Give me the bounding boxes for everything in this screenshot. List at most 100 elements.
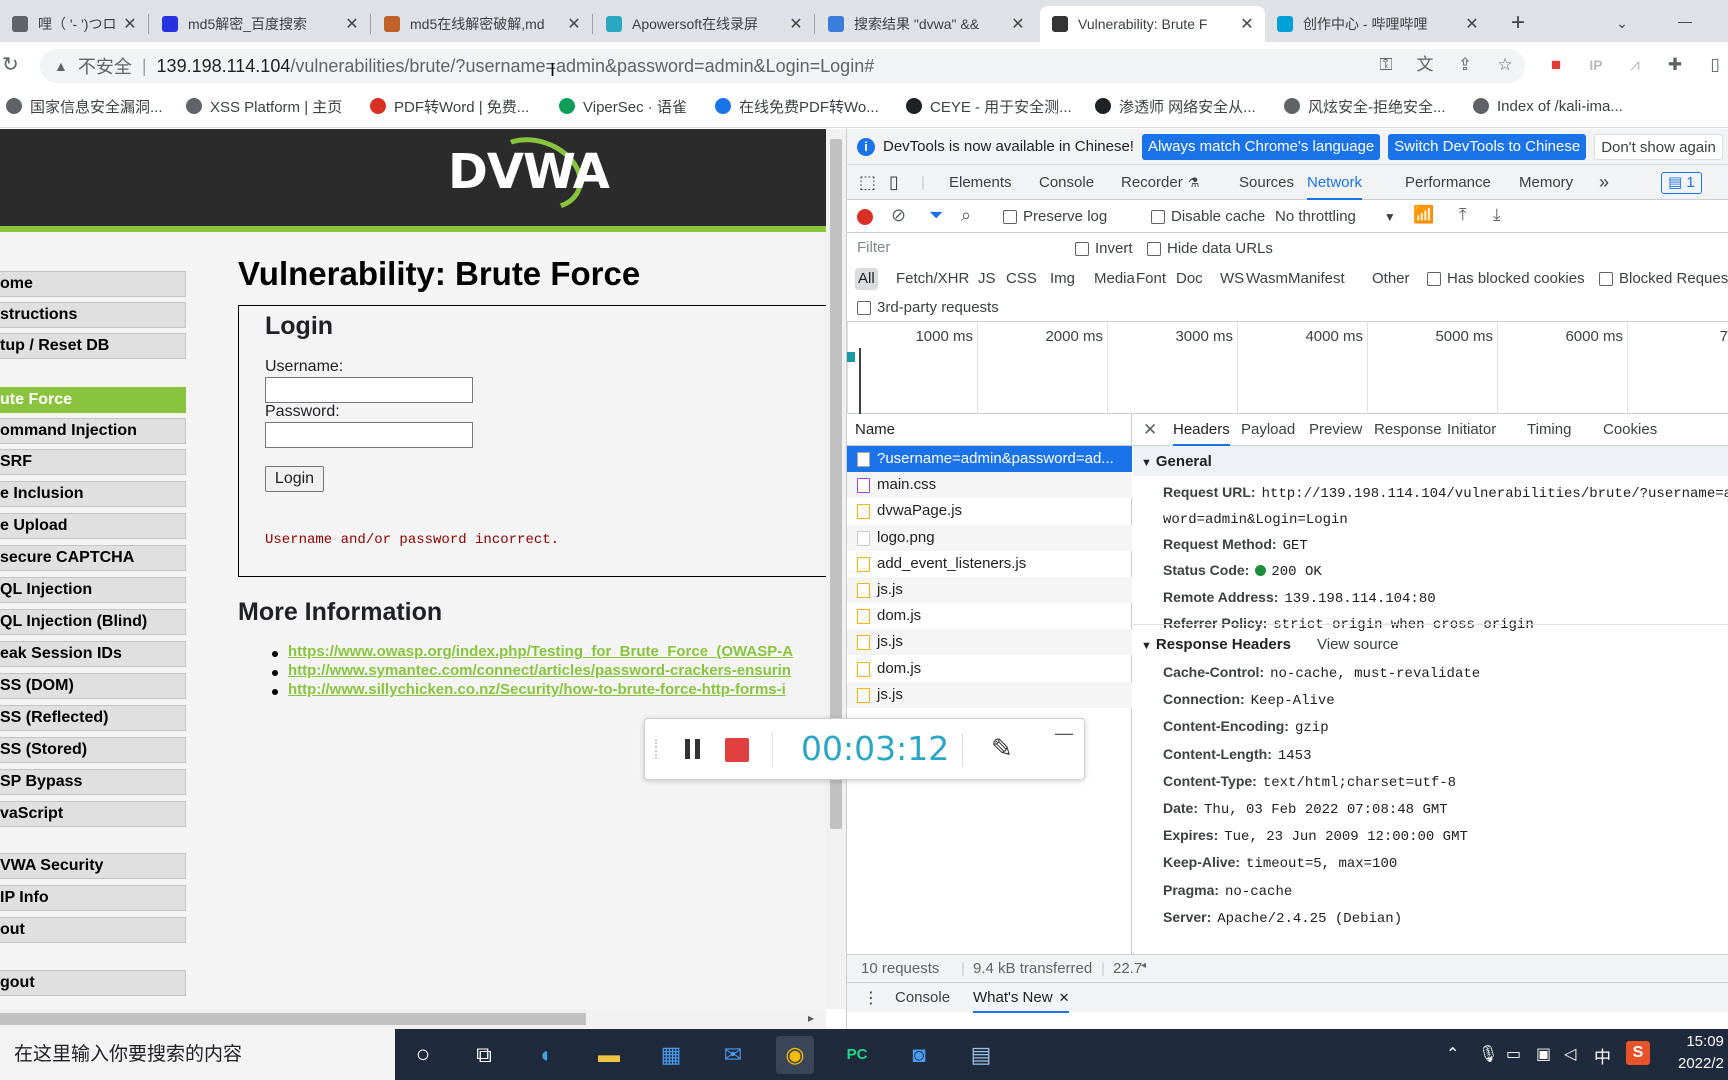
dont-show-again-button[interactable]: Don't show again xyxy=(1594,133,1723,160)
drag-handle-icon[interactable] xyxy=(655,739,659,759)
checkbox[interactable] xyxy=(857,301,871,316)
devtools-tab-console[interactable]: Console xyxy=(1039,165,1094,200)
pycharm-icon[interactable]: PC xyxy=(838,1036,876,1074)
always-match-language-button[interactable]: Always match Chrome's language xyxy=(1141,133,1381,160)
record-icon[interactable] xyxy=(857,209,873,225)
checkbox[interactable] xyxy=(1003,210,1017,225)
sillychicken-link[interactable]: http://www.sillychicken.co.nz/Security/h… xyxy=(288,681,786,698)
bookmark-item[interactable]: CEYE - 用于安全测... xyxy=(906,96,1072,116)
dvwa-menu-item[interactable]: vaScript xyxy=(0,801,186,827)
details-tab-headers[interactable]: Headers xyxy=(1173,414,1230,446)
password-input[interactable] xyxy=(265,422,473,448)
bookmark-item[interactable]: 在线免费PDF转Wo... xyxy=(715,96,879,116)
dvwa-menu-item[interactable]: e Upload xyxy=(0,513,186,539)
extension-red-icon[interactable]: ■ xyxy=(1543,52,1569,78)
response-headers-toggle[interactable]: ▼ Response Headers xyxy=(1141,636,1291,653)
browser-tab[interactable]: 哩（ '- ')つロ ✕ xyxy=(0,6,148,42)
clear-icon[interactable]: ⊘ xyxy=(891,205,906,226)
dvwa-menu-item[interactable]: SS (Reflected) xyxy=(0,705,186,731)
type-filter-css[interactable]: CSS xyxy=(1003,268,1040,290)
drawer-menu-icon[interactable]: ⋮ xyxy=(863,988,879,1008)
invert-checkbox[interactable]: Invert xyxy=(1075,240,1133,257)
dvwa-menu-item[interactable]: out xyxy=(0,917,186,943)
new-tab-button[interactable]: + xyxy=(1503,8,1533,38)
close-tab-icon[interactable]: ✕ xyxy=(566,14,582,34)
close-tab-icon[interactable]: ✕ xyxy=(122,14,138,34)
request-row[interactable]: main.css xyxy=(847,472,1132,499)
sogou-ime-icon[interactable]: S xyxy=(1626,1041,1650,1065)
details-tab-preview[interactable]: Preview xyxy=(1309,414,1362,446)
reload-icon[interactable]: ↻ xyxy=(2,52,28,78)
dvwa-menu-item[interactable]: ome xyxy=(0,271,186,297)
annotate-pen-icon[interactable]: ✎ xyxy=(991,733,1013,764)
type-filter-media[interactable]: Media xyxy=(1091,268,1138,290)
filter-icon[interactable]: ⏷ xyxy=(929,205,943,226)
screen-recorder-app-icon[interactable]: ◙ xyxy=(900,1036,938,1074)
inspect-element-icon[interactable]: ⬚ xyxy=(859,165,876,200)
dvwa-menu-item[interactable]: secure CAPTCHA xyxy=(0,545,186,571)
dvwa-menu-item[interactable]: SP Bypass xyxy=(0,769,186,795)
checkbox[interactable] xyxy=(1075,242,1089,257)
throttling-select[interactable]: No throttling ▼ xyxy=(1275,208,1396,225)
dvwa-menu-item[interactable]: SRF xyxy=(0,449,186,475)
stop-icon[interactable] xyxy=(725,738,749,762)
browser-tab[interactable]: Apowersoft在线录屏 ✕ xyxy=(594,6,814,42)
page-horizontal-scrollbar[interactable]: ▸ xyxy=(0,1009,826,1029)
login-button[interactable]: Login xyxy=(265,466,324,492)
extension-a-icon[interactable]: ⩘ xyxy=(1622,52,1648,78)
battery-icon[interactable]: ▭ xyxy=(1506,1044,1521,1064)
cortana-icon[interactable]: ○ xyxy=(404,1036,442,1074)
show-hidden-icons-icon[interactable]: ⌃ xyxy=(1446,1044,1459,1064)
type-filter-font[interactable]: Font xyxy=(1133,268,1169,290)
mail-icon[interactable]: ✉ xyxy=(714,1036,752,1074)
network-timeline-overview[interactable]: 1000 ms 2000 ms 3000 ms 4000 ms 5000 ms 6000 … xyxy=(847,322,1728,414)
request-row[interactable]: dom.js xyxy=(847,603,1132,629)
devtools-tab-network[interactable]: Network xyxy=(1307,165,1363,200)
notepad-icon[interactable]: ▤ xyxy=(962,1036,1000,1074)
pause-icon[interactable] xyxy=(685,737,701,761)
request-row[interactable]: add_event_listeners.js xyxy=(847,551,1132,577)
dvwa-menu-item[interactable]: SS (DOM) xyxy=(0,673,186,699)
blocked-requests-checkbox[interactable]: Blocked Requests xyxy=(1599,270,1728,287)
dvwa-menu-item[interactable]: structions xyxy=(0,302,186,328)
details-tab-cookies[interactable]: Cookies xyxy=(1603,414,1657,446)
checkbox[interactable] xyxy=(1599,272,1613,287)
dvwa-menu-item[interactable]: QL Injection (Blind) xyxy=(0,609,186,635)
type-filter-fetchxhr[interactable]: Fetch/XHR xyxy=(893,268,972,290)
minimize-window-button[interactable]: — xyxy=(1670,6,1700,36)
view-source-link[interactable]: View source xyxy=(1317,636,1398,653)
scrollbar-thumb[interactable] xyxy=(0,1013,586,1025)
devtools-tab-performance[interactable]: Performance xyxy=(1405,165,1491,200)
share-icon[interactable]: ⇪ xyxy=(1452,52,1478,78)
checkbox[interactable] xyxy=(1151,210,1165,225)
owasp-link[interactable]: https://www.owasp.org/index.php/Testing_… xyxy=(288,643,793,660)
dvwa-menu-item[interactable]: QL Injection xyxy=(0,577,186,603)
bookmark-item[interactable]: 风炫安全-拒绝安全... xyxy=(1284,96,1446,116)
taskbar-search-box[interactable]: 在这里输入你要搜索的内容 xyxy=(0,1029,395,1080)
side-panel-icon[interactable]: ▯ xyxy=(1702,52,1728,78)
bookmark-item[interactable]: Index of /kali-ima... xyxy=(1473,96,1623,116)
dvwa-menu-item[interactable]: ute Force xyxy=(0,387,186,413)
volume-icon[interactable]: ◁ xyxy=(1564,1044,1576,1064)
minimize-recorder-icon[interactable]: — xyxy=(1055,723,1073,744)
filter-input[interactable]: Filter xyxy=(847,236,1057,260)
ime-indicator[interactable]: 中 xyxy=(1594,1043,1611,1068)
details-tab-payload[interactable]: Payload xyxy=(1241,414,1295,446)
import-har-icon[interactable]: ⤒ xyxy=(1459,205,1467,225)
translate-icon[interactable]: 文 xyxy=(1412,52,1438,78)
file-explorer-icon[interactable]: ▬ xyxy=(590,1036,628,1074)
type-filter-img[interactable]: Img xyxy=(1047,268,1078,290)
bookmark-star-icon[interactable]: ☆ xyxy=(1492,52,1518,78)
request-row[interactable]: ?username=admin&password=ad... xyxy=(847,446,1132,472)
type-filter-manifest[interactable]: Manifest xyxy=(1285,268,1348,290)
ip-extension-icon[interactable]: IP xyxy=(1583,52,1609,78)
extensions-puzzle-icon[interactable]: ✚ xyxy=(1662,52,1688,78)
dvwa-menu-item[interactable]: eak Session IDs xyxy=(0,641,186,667)
switch-to-chinese-button[interactable]: Switch DevTools to Chinese xyxy=(1388,133,1587,160)
more-tabs-icon[interactable]: » xyxy=(1599,165,1609,200)
browser-tab[interactable]: Vulnerability: Brute F ✕ xyxy=(1040,6,1265,42)
close-tab-icon[interactable]: ✕ xyxy=(344,14,360,34)
request-row[interactable]: js.js xyxy=(847,629,1132,656)
devtools-tab-memory[interactable]: Memory xyxy=(1519,165,1573,200)
dvwa-menu-item[interactable]: tup / Reset DB xyxy=(0,333,186,359)
